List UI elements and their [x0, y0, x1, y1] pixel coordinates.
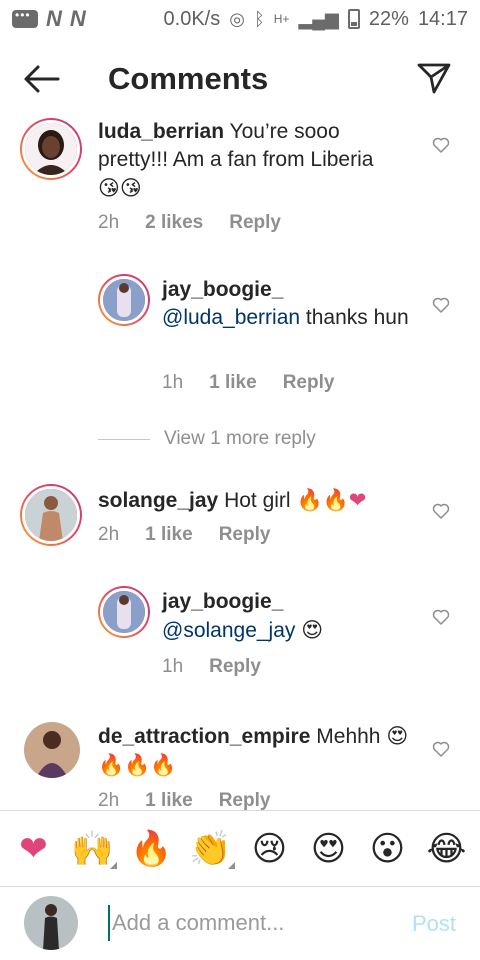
- carrier-icon-1: N: [46, 6, 62, 31]
- avatar[interactable]: [24, 722, 80, 778]
- heart-eyes-emoji-button[interactable]: 😍: [303, 829, 355, 869]
- carrier-icon-2: N: [69, 6, 86, 31]
- comment-composer: Post: [0, 886, 480, 960]
- comment-emoji: 😘😘: [98, 176, 142, 200]
- comment-username[interactable]: solange_jay: [98, 489, 218, 512]
- comment-body: jay_boogie_ @luda_berrian thanks hun: [162, 276, 412, 332]
- comment-meta: 2h 2 likes Reply: [98, 212, 281, 234]
- reply-button[interactable]: Reply: [283, 372, 335, 394]
- status-bar: N N 0.0K/s ◎ ᛒ H+ ▂▄▆ 22% 14:17: [0, 0, 480, 38]
- post-button[interactable]: Post: [412, 911, 456, 937]
- clapping-emoji-button[interactable]: 👏: [185, 829, 237, 869]
- heart-emoji-button[interactable]: ❤: [8, 829, 60, 869]
- comment-mention[interactable]: @luda_berrian: [162, 306, 300, 329]
- reply-button[interactable]: Reply: [229, 212, 281, 234]
- network-type: H+: [273, 12, 290, 26]
- comment-time: 1h: [162, 656, 184, 677]
- fire-emoji-button[interactable]: 🔥: [126, 829, 178, 869]
- status-right: 0.0K/s ◎ ᛒ H+ ▂▄▆ 22% 14:17: [164, 8, 468, 31]
- comment-meta: 1h 1 like Reply: [162, 372, 334, 394]
- comment-body: jay_boogie_ @solange_jay 😍: [162, 588, 412, 645]
- avatar-photo: [103, 279, 145, 321]
- comment-list[interactable]: luda_berrian You’re sooo pretty!!! Am a …: [0, 116, 480, 810]
- skin-tone-indicator: [109, 861, 117, 869]
- back-arrow-icon[interactable]: [22, 62, 62, 96]
- avatar-photo: [25, 489, 77, 541]
- comment-meta: 1h Reply: [162, 656, 261, 678]
- comment-username[interactable]: jay_boogie_: [162, 590, 283, 613]
- comment-time: 2h: [98, 790, 120, 810]
- skin-tone-indicator: [227, 861, 235, 869]
- clock: 14:17: [417, 7, 468, 30]
- like-heart-icon[interactable]: [432, 502, 450, 520]
- avatar[interactable]: [20, 118, 82, 180]
- comment-text: Mehhh: [316, 725, 381, 748]
- raised-hands-emoji-button[interactable]: 🙌: [67, 829, 119, 869]
- comment-body: luda_berrian You’re sooo pretty!!! Am a …: [98, 118, 388, 203]
- comment-emoji: 🔥🔥❤: [296, 488, 367, 512]
- header: Comments: [0, 44, 480, 116]
- crying-emoji-button[interactable]: 😢: [244, 829, 296, 869]
- avatar: [24, 896, 78, 950]
- like-heart-icon[interactable]: [432, 740, 450, 758]
- comment-time: 2h: [98, 212, 120, 233]
- divider-line: [98, 438, 150, 440]
- view-more-replies-button[interactable]: View 1 more reply: [98, 428, 316, 450]
- comment-likes[interactable]: 1 like: [209, 372, 257, 394]
- reply-button[interactable]: Reply: [219, 524, 271, 546]
- comment-mention[interactable]: @solange_jay: [162, 619, 295, 642]
- laughing-emoji-button[interactable]: 😂: [421, 829, 473, 869]
- comment-username[interactable]: luda_berrian: [98, 120, 224, 143]
- comment-text: thanks hun: [305, 306, 409, 329]
- status-left: N N: [12, 6, 86, 32]
- comment-username[interactable]: de_attraction_empire: [98, 725, 310, 748]
- emoji-glyph: 🙌: [71, 828, 114, 869]
- comment-body: de_attraction_empire Mehhh 😍🔥🔥🔥: [98, 722, 418, 780]
- page-title: Comments: [108, 61, 269, 96]
- like-heart-icon[interactable]: [432, 136, 450, 154]
- avatar[interactable]: [98, 586, 150, 638]
- network-speed: 0.0K/s: [163, 7, 221, 30]
- avatar-photo: [24, 896, 78, 950]
- view-more-label: View 1 more reply: [164, 428, 316, 449]
- comment-body: solange_jay Hot girl 🔥🔥❤: [98, 486, 398, 515]
- like-heart-icon[interactable]: [432, 296, 450, 314]
- comment-meta: 2h 1 like Reply: [98, 524, 270, 546]
- surprised-emoji-button[interactable]: 😮: [362, 829, 414, 869]
- comment-likes[interactable]: 1 like: [145, 790, 193, 810]
- like-heart-icon[interactable]: [432, 608, 450, 626]
- signal-icon: ▂▄▆: [298, 8, 339, 29]
- comment-likes[interactable]: 2 likes: [145, 212, 203, 234]
- emoji-glyph: 👏: [189, 828, 232, 869]
- comment-time: 1h: [162, 372, 184, 393]
- avatar-photo: [25, 123, 77, 175]
- battery-level: 22%: [368, 7, 409, 30]
- avatar[interactable]: [98, 274, 150, 326]
- avatar[interactable]: [20, 484, 82, 546]
- comment-emoji: 😍: [301, 618, 324, 642]
- comment-time: 2h: [98, 524, 120, 545]
- message-icon: [12, 8, 38, 28]
- emoji-quick-bar: ❤ 🙌 🔥 👏 😢 😍 😮 😂: [0, 810, 480, 886]
- comment-likes[interactable]: 1 like: [145, 524, 193, 546]
- direct-send-icon[interactable]: [416, 60, 452, 96]
- comment-input[interactable]: [108, 905, 388, 941]
- comment-username[interactable]: jay_boogie_: [162, 278, 283, 301]
- battery-icon: [347, 9, 360, 29]
- avatar-photo: [103, 591, 145, 633]
- hotspot-icon: ◎: [229, 8, 245, 29]
- reply-button[interactable]: Reply: [219, 790, 271, 810]
- comment-meta: 2h 1 like Reply: [98, 790, 270, 810]
- comment-text: Hot girl: [224, 489, 291, 512]
- avatar-photo: [24, 722, 80, 778]
- bluetooth-icon: ᛒ: [253, 8, 265, 29]
- reply-button[interactable]: Reply: [209, 656, 261, 678]
